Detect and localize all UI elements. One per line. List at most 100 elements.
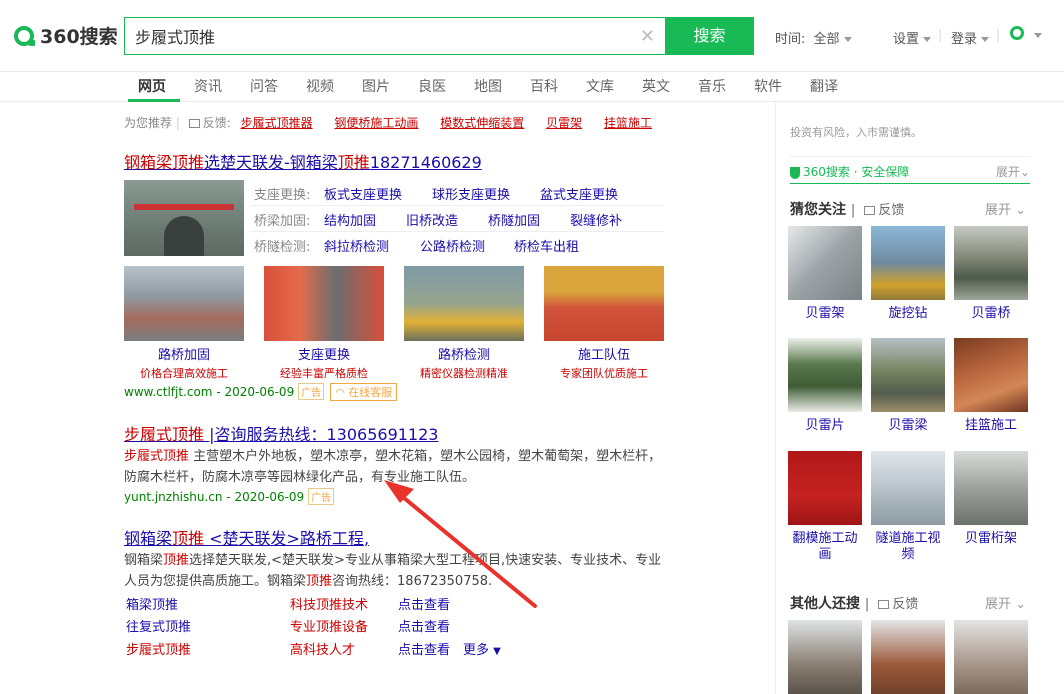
expand-button[interactable]: 展开 ⌄ [985, 199, 1026, 218]
tab-software[interactable]: 软件 [754, 76, 782, 96]
result-description: 步履式顶推 主营塑木户外地板，塑木凉亭，塑木花箱，塑木公园椅，塑木葡萄架，塑木栏… [124, 446, 664, 488]
desc-highlight: 顶推 [306, 574, 333, 589]
tab-video[interactable]: 视频 [306, 76, 334, 96]
related-caption[interactable]: 旋挖钻 [871, 306, 945, 322]
search-box: ✕ [124, 17, 665, 55]
result-thumbnail[interactable] [124, 180, 244, 256]
sitelink[interactable]: 旧桥改造 [406, 210, 458, 229]
tab-wenku[interactable]: 文库 [586, 76, 614, 96]
related-card[interactable]: 贝雷桥 [954, 226, 1028, 322]
tab-web[interactable]: 网页 [138, 76, 166, 96]
tab-baike[interactable]: 百科 [530, 76, 558, 96]
result-title[interactable]: 钢箱梁顶推 <楚天联发>路桥工程, [124, 525, 369, 549]
result-title[interactable]: 步履式顶推 |咨询服务热线：13065691123 [124, 421, 438, 445]
sitelink[interactable]: 板式支座更换 [324, 184, 402, 203]
ad-badge: 广告 [298, 383, 325, 400]
login-menu[interactable]: 登录 [951, 28, 990, 47]
grid-link[interactable]: 科技顶推技术 [290, 594, 368, 613]
clear-icon[interactable]: ✕ [640, 26, 655, 47]
sitelink[interactable]: 斜拉桥检测 [324, 236, 389, 255]
image-card-caption[interactable]: 施工队伍 [544, 344, 664, 363]
related-caption[interactable]: 隧道施工视频 [871, 531, 945, 563]
related-card[interactable]: 旋挖钻 [871, 226, 945, 322]
image-card[interactable]: 路桥检测 精密仪器检测精准 [404, 266, 524, 381]
recommend-link[interactable]: 步履式顶推器 [241, 116, 313, 130]
tab-doctor[interactable]: 良医 [418, 76, 446, 96]
related-caption[interactable]: 贝雷片 [788, 418, 862, 434]
grid-link[interactable]: 点击查看 [398, 594, 450, 613]
desc-text: 人员为您提供高质施工。钢箱梁 [124, 574, 307, 589]
related-caption[interactable]: 贝雷架 [788, 306, 862, 322]
related-card[interactable]: 贝雷架 [788, 226, 862, 322]
settings-menu[interactable]: 设置 [893, 28, 932, 47]
related-card[interactable]: 翻模施工动画 [788, 451, 862, 563]
grid-link[interactable]: 往复式顶推 [126, 616, 191, 635]
sitelink[interactable]: 球形支座更换 [432, 184, 510, 203]
tab-music[interactable]: 音乐 [698, 76, 726, 96]
grid-link[interactable]: 步履式顶推 [126, 639, 191, 658]
recommend-link[interactable]: 模数式伸缩装置 [440, 116, 524, 130]
sitelink[interactable]: 盆式支座更换 [540, 184, 618, 203]
chevron-down-icon [981, 37, 990, 42]
related-card[interactable] [788, 620, 862, 694]
recommend-link[interactable]: 钢便桥施工动画 [334, 116, 418, 130]
tab-translate[interactable]: 翻译 [810, 76, 838, 96]
feedback-label[interactable]: 反馈: [203, 116, 231, 130]
sitelink[interactable]: 裂缝修补 [570, 210, 622, 229]
sitelink[interactable]: 桥隧加固 [488, 210, 540, 229]
feedback-label[interactable]: 反馈 [892, 597, 918, 612]
section-title: 其他人还搜 [790, 596, 860, 612]
related-caption[interactable]: 贝雷梁 [871, 418, 945, 434]
related-caption[interactable]: 翻模施工动画 [788, 531, 862, 563]
related-card[interactable] [871, 620, 945, 694]
tab-map[interactable]: 地图 [474, 76, 502, 96]
related-caption[interactable]: 贝雷桥 [954, 306, 1028, 322]
sitelink[interactable]: 桥检车出租 [514, 236, 579, 255]
tab-images[interactable]: 图片 [362, 76, 390, 96]
safety-row[interactable]: 360搜索 · 安全保障 展开⌄ [790, 156, 1030, 184]
tab-qa[interactable]: 问答 [250, 76, 278, 96]
recommend-link[interactable]: 贝雷架 [546, 116, 582, 130]
tab-news[interactable]: 资讯 [194, 76, 222, 96]
image-card-caption[interactable]: 路桥加固 [124, 344, 244, 363]
desc-text: 选择楚天联发,<楚天联发>专业从事箱梁大型工程项目,快速安装、专业技术、专业 [189, 553, 662, 568]
recommend-link[interactable]: 挂篮施工 [604, 116, 652, 130]
grid-link[interactable]: 专业顶推设备 [290, 616, 368, 635]
expand-button[interactable]: 展开 ⌄ [985, 593, 1026, 612]
url-text: yunt.jnzhishu.cn - 2020-06-09 [124, 490, 305, 504]
feedback-label[interactable]: 反馈 [878, 203, 904, 218]
related-card[interactable]: 贝雷桁架 [954, 451, 1028, 547]
tab-english[interactable]: 英文 [642, 76, 670, 96]
result-description: 钢箱梁顶推选择楚天联发,<楚天联发>专业从事箱梁大型工程项目,快速安装、专业技术… [124, 550, 664, 592]
grid-link[interactable]: 高科技人才 [290, 639, 355, 658]
search-button[interactable]: 搜索 [665, 17, 754, 55]
related-card[interactable]: 挂篮施工 [954, 338, 1028, 434]
related-card[interactable]: 贝雷梁 [871, 338, 945, 434]
related-photo [788, 338, 862, 412]
related-photo [954, 451, 1028, 525]
grid-link[interactable]: 点击查看 [398, 616, 450, 635]
image-card-caption[interactable]: 支座更换 [264, 344, 384, 363]
sitelink[interactable]: 公路桥检测 [420, 236, 485, 255]
related-caption[interactable]: 贝雷桁架 [954, 531, 1028, 547]
image-card[interactable]: 路桥加固 价格合理高效施工 [124, 266, 244, 381]
search-input[interactable] [135, 18, 615, 54]
online-service-button[interactable]: ◠ 在线客服 [330, 383, 398, 401]
related-card[interactable]: 隧道施工视频 [871, 451, 945, 563]
image-card-caption[interactable]: 路桥检测 [404, 344, 524, 363]
chevron-down-icon[interactable] [1034, 33, 1042, 38]
related-card[interactable] [954, 620, 1028, 694]
image-card[interactable]: 支座更换 经验丰富严格质检 [264, 266, 384, 381]
more-button[interactable]: 更多 ▼ [463, 639, 501, 658]
time-filter[interactable]: 时间: 全部 [775, 28, 852, 47]
user-logo-icon[interactable] [1010, 26, 1024, 40]
sitelink[interactable]: 结构加固 [324, 210, 376, 229]
related-card[interactable]: 贝雷片 [788, 338, 862, 434]
related-caption[interactable]: 挂篮施工 [954, 418, 1028, 434]
result-title[interactable]: 钢箱梁顶推选楚天联发-钢箱梁顶推18271460629 [124, 149, 482, 173]
logo[interactable]: 360搜索 [14, 22, 118, 49]
grid-link[interactable]: 点击查看 [398, 639, 450, 658]
shield-icon [790, 166, 800, 179]
image-card[interactable]: 施工队伍 专家团队优质施工 [544, 266, 664, 381]
grid-link[interactable]: 箱梁顶推 [126, 594, 178, 613]
